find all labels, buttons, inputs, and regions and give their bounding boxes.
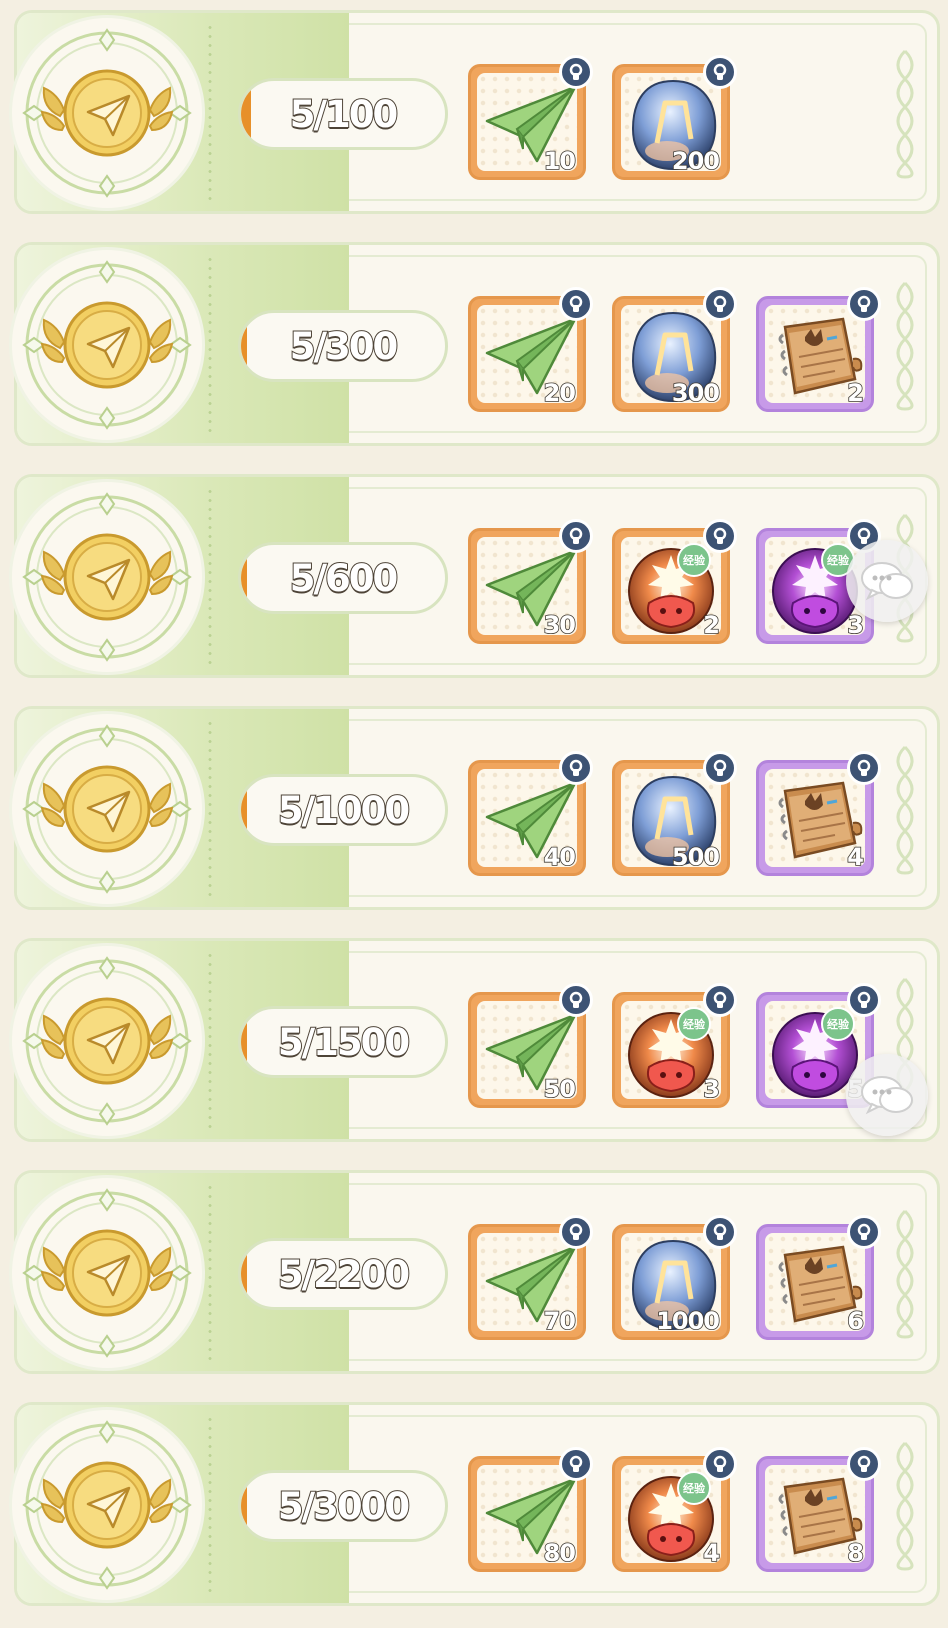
lock-icon [559, 751, 593, 785]
scroll-ornament-icon [887, 281, 923, 411]
reward-count: 4 [847, 842, 865, 872]
lock-icon [559, 983, 593, 1017]
card-dotted-divider [207, 23, 213, 203]
lock-icon [703, 751, 737, 785]
reward-count: 1000 [655, 1306, 720, 1336]
progress-text: 5/1000 [277, 788, 411, 833]
paper-plane-medal-icon [12, 714, 202, 904]
lock-icon [703, 1447, 737, 1481]
progress-bar: 5/100 [238, 78, 448, 150]
reward-item[interactable]: 500 [612, 751, 737, 876]
reward-count: 4 [703, 1538, 721, 1568]
scroll-ornament-icon [887, 49, 923, 179]
reward-item[interactable]: 20 [468, 287, 593, 412]
lock-icon [847, 751, 881, 785]
reward-row: 5/300 20 300 2 [8, 242, 942, 446]
lock-icon [703, 287, 737, 321]
reward-item[interactable]: 经验 4 [612, 1447, 737, 1572]
reward-row: 5/1500 50 经验3 经验5 [8, 938, 942, 1142]
reward-item[interactable]: 300 [612, 287, 737, 412]
reward-count: 40 [543, 842, 577, 872]
lock-icon [847, 1215, 881, 1249]
reward-count: 10 [543, 146, 577, 176]
reward-item[interactable]: 经验 2 [612, 519, 737, 644]
lock-icon [559, 287, 593, 321]
reward-count: 30 [543, 610, 577, 640]
reward-item[interactable]: 经验 3 [612, 983, 737, 1108]
card-dotted-divider [207, 1183, 213, 1363]
card-dotted-divider [207, 1415, 213, 1595]
paper-plane-medal-icon [12, 946, 202, 1136]
lock-icon [559, 1215, 593, 1249]
reward-count: 50 [543, 1074, 577, 1104]
lock-icon [559, 519, 593, 553]
reward-item[interactable]: 10 [468, 55, 593, 180]
reward-row: 5/3000 80 经验 4 8 [8, 1402, 942, 1606]
reward-item[interactable]: 8 [756, 1447, 881, 1572]
progress-bar: 5/3000 [238, 1470, 448, 1542]
progress-text: 5/600 [289, 556, 400, 601]
lock-icon [703, 983, 737, 1017]
progress-text: 5/1500 [277, 1020, 411, 1065]
reward-item[interactable]: 1000 [612, 1215, 737, 1340]
progress-bar: 5/600 [238, 542, 448, 614]
reward-milestone-list: 5/100 10 200 5/300 20 300 2 5/600 30 经验 … [0, 0, 948, 1628]
progress-text: 5/3000 [277, 1484, 411, 1529]
reward-item[interactable]: 6 [756, 1215, 881, 1340]
progress-bar: 5/2200 [238, 1238, 448, 1310]
lock-icon [847, 287, 881, 321]
reward-row: 5/100 10 200 [8, 10, 942, 214]
reward-count: 3 [703, 1074, 721, 1104]
reward-count: 6 [847, 1306, 865, 1336]
reward-item[interactable]: 4 [756, 751, 881, 876]
paper-plane-medal-icon [12, 482, 202, 672]
scroll-ornament-icon [887, 1209, 923, 1339]
reward-row: 5/2200 70 1000 6 [8, 1170, 942, 1374]
reward-count: 500 [671, 842, 721, 872]
reward-item[interactable]: 2 [756, 287, 881, 412]
reward-count: 80 [543, 1538, 577, 1568]
reward-row: 5/1000 40 500 4 [8, 706, 942, 910]
reward-count: 70 [543, 1306, 577, 1336]
lock-icon [559, 55, 593, 89]
scroll-ornament-icon [887, 745, 923, 875]
reward-item[interactable]: 40 [468, 751, 593, 876]
reward-item[interactable]: 70 [468, 1215, 593, 1340]
floating-chat-button[interactable] [846, 1054, 928, 1136]
paper-plane-medal-icon [12, 250, 202, 440]
reward-count: 200 [671, 146, 721, 176]
lock-icon [703, 1215, 737, 1249]
reward-count: 2 [847, 378, 865, 408]
reward-item[interactable]: 200 [612, 55, 737, 180]
lock-icon [559, 1447, 593, 1481]
lock-icon [847, 983, 881, 1017]
progress-bar: 5/1500 [238, 1006, 448, 1078]
paper-plane-medal-icon [12, 1410, 202, 1600]
progress-bar: 5/300 [238, 310, 448, 382]
progress-bar: 5/1000 [238, 774, 448, 846]
reward-row: 5/600 30 经验 2 经验 3 [8, 474, 942, 678]
lock-icon [703, 55, 737, 89]
lock-icon [703, 519, 737, 553]
paper-plane-medal-icon [12, 18, 202, 208]
reward-count: 2 [703, 610, 721, 640]
paper-plane-medal-icon [12, 1178, 202, 1368]
reward-count: 20 [543, 378, 577, 408]
progress-text: 5/300 [289, 324, 400, 369]
reward-count: 8 [847, 1538, 865, 1568]
reward-item[interactable]: 30 [468, 519, 593, 644]
floating-chat-button[interactable] [846, 540, 928, 622]
card-dotted-divider [207, 255, 213, 435]
lock-icon [847, 1447, 881, 1481]
progress-text: 5/2200 [277, 1252, 411, 1297]
reward-count: 300 [671, 378, 721, 408]
card-dotted-divider [207, 487, 213, 667]
card-dotted-divider [207, 951, 213, 1131]
progress-text: 5/100 [289, 92, 400, 137]
reward-item[interactable]: 80 [468, 1447, 593, 1572]
scroll-ornament-icon [887, 1441, 923, 1571]
card-dotted-divider [207, 719, 213, 899]
reward-item[interactable]: 50 [468, 983, 593, 1108]
